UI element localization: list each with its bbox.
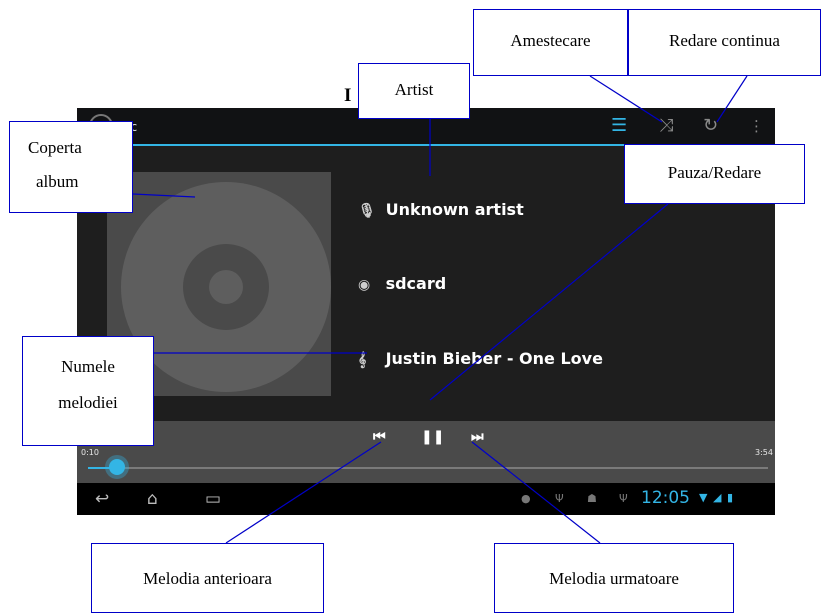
previous-pointer: [225, 441, 382, 544]
song-name-callout-line-2: melodiei: [58, 393, 118, 412]
shuffle-pointer: [589, 75, 663, 123]
next-callout: Melodia urmatoare: [494, 543, 734, 613]
song-name-callout-line-1: Numele: [61, 357, 115, 376]
pause-play-callout: Pauza/Redare: [624, 144, 805, 204]
cover-callout-line-1: Coperta: [28, 138, 82, 157]
previous-callout: Melodia anterioara: [91, 543, 324, 613]
pause-pointer: [429, 203, 669, 401]
cover-callout: Coperta album: [9, 121, 133, 213]
repeat-pointer: [716, 75, 748, 123]
song-name-callout: Numele melodiei: [22, 336, 154, 446]
cover-callout-line-2: album: [36, 172, 79, 191]
artist-callout: Artist: [358, 63, 470, 119]
cover-pointer: [132, 193, 196, 198]
shuffle-callout: Amestecare: [473, 9, 628, 76]
repeat-callout: Redare continua: [628, 9, 821, 76]
next-pointer: [471, 441, 601, 544]
